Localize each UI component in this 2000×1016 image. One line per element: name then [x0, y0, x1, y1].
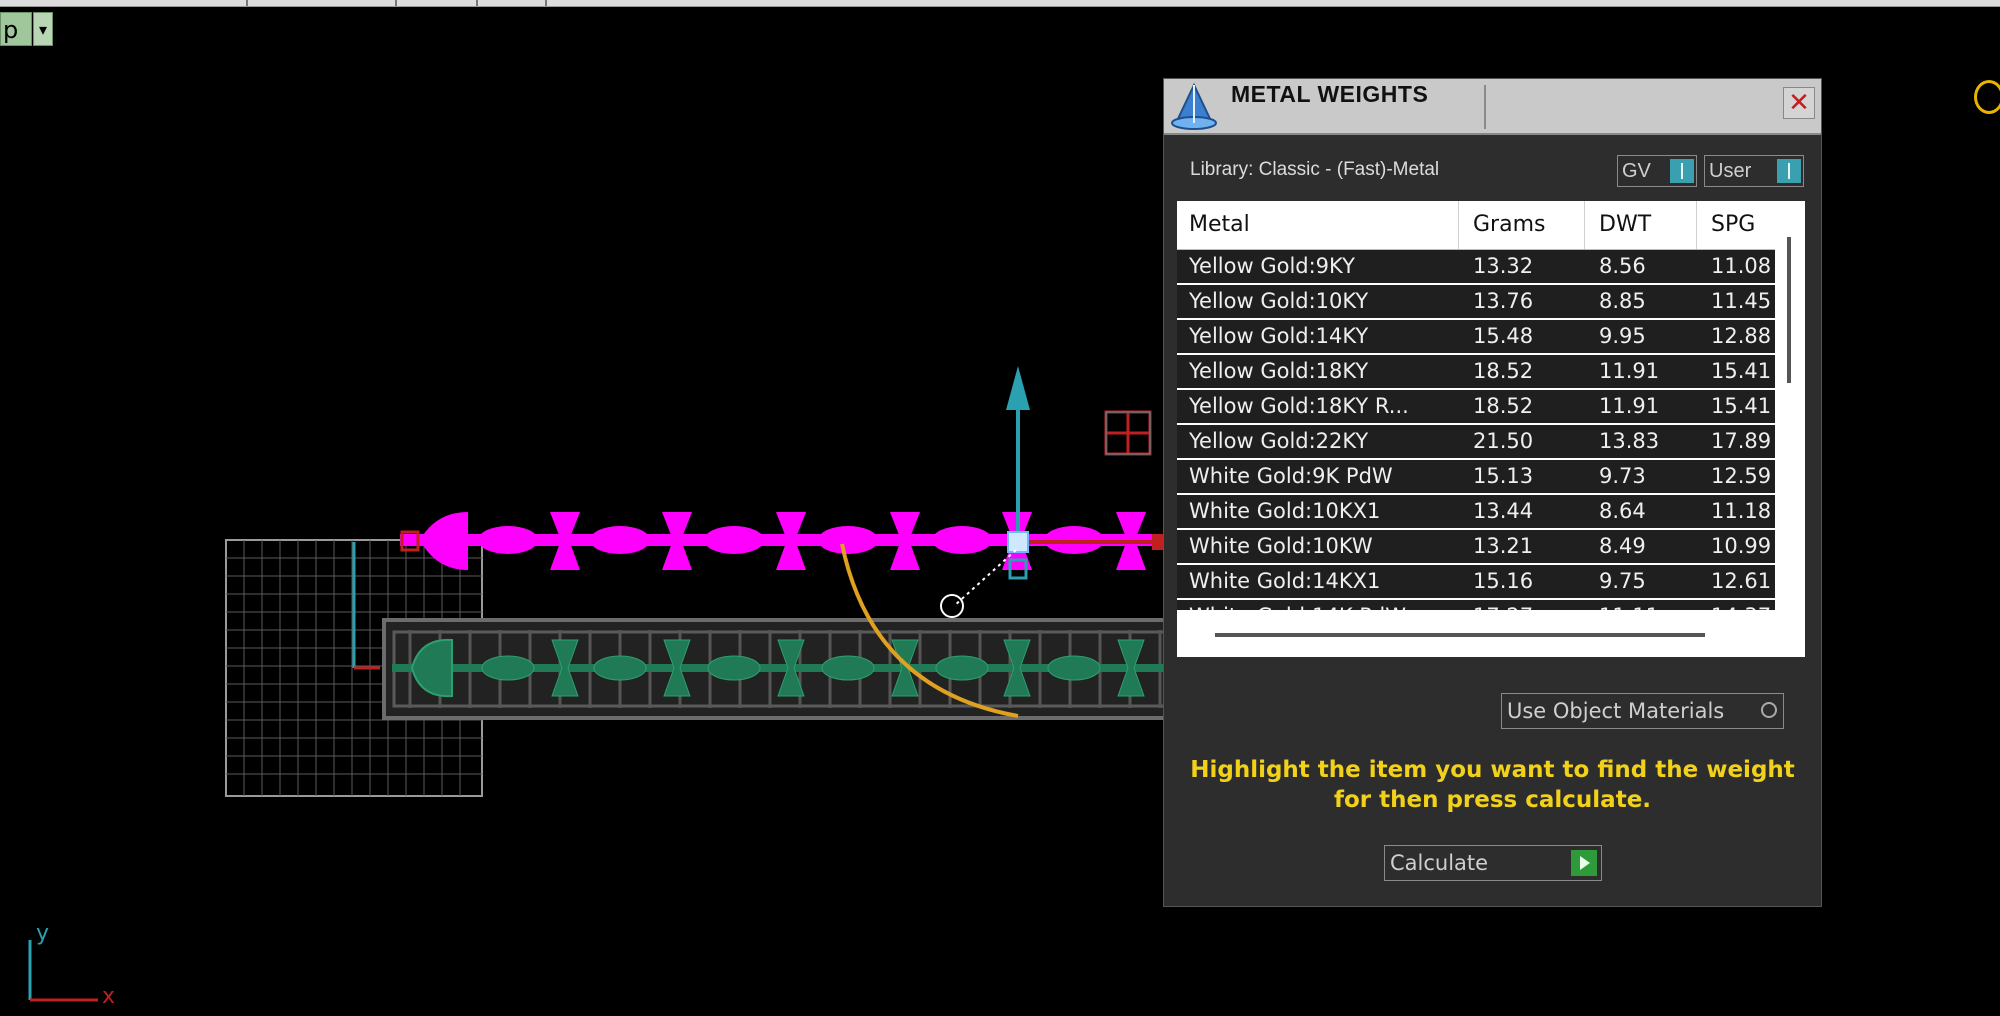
cell-grams: 21.50: [1473, 429, 1534, 453]
use-object-materials-label: Use Object Materials: [1507, 699, 1725, 723]
column-header-spg[interactable]: SPG: [1699, 201, 1775, 249]
axis-tripod: y x: [28, 921, 115, 1009]
library-label: Library: Classic - (Fast)-Metal: [1190, 159, 1440, 180]
cell-grams: 17.27: [1461, 600, 1585, 610]
table-header: Metal Grams DWT SPG: [1177, 201, 1775, 250]
titlebar-separator: [1484, 85, 1486, 129]
cell-dwt: 8.64: [1599, 499, 1646, 523]
cell-dwt: 8.85: [1599, 289, 1646, 313]
green-chain-object[interactable]: [382, 618, 1170, 720]
horizontal-scroll-thumb[interactable]: [1215, 633, 1705, 637]
vertical-scrollbar[interactable]: [1777, 201, 1805, 657]
table-row[interactable]: White Gold:10KW 13.21 8.49 10.99: [1177, 530, 1775, 563]
cell-grams: 13.32: [1473, 254, 1534, 278]
offscreen-object-gold[interactable]: [1974, 80, 2000, 114]
table-row[interactable]: Yellow Gold:10KY 13.76 8.85 11.45: [1177, 285, 1775, 318]
instruction-text: Highlight the item you want to find the …: [1164, 755, 1821, 815]
instruction-line-1: Highlight the item you want to find the …: [1190, 757, 1795, 783]
cell-grams: 13.44: [1473, 499, 1534, 523]
user-toggle-label: User: [1709, 160, 1752, 182]
play-arrow-icon: [1571, 850, 1597, 876]
toggle-switch-icon: [1777, 159, 1801, 183]
cell-dwt: 8.56: [1599, 254, 1646, 278]
cell-dwt: 13.83: [1599, 429, 1660, 453]
column-header-metal[interactable]: Metal: [1177, 201, 1459, 249]
metal-weights-dialog: METAL WEIGHTS ✕ Library: Classic - (Fast…: [1163, 78, 1822, 907]
cell-metal: Yellow Gold:18KY R...: [1189, 394, 1409, 418]
cell-metal: Yellow Gold:10KY: [1189, 289, 1369, 313]
cell-metal: White Gold:14KX1: [1189, 569, 1381, 593]
dialog-titlebar[interactable]: METAL WEIGHTS ✕: [1164, 79, 1821, 135]
cell-metal: White Gold:14K PdW: [1177, 600, 1459, 610]
toggle-switch-icon: [1670, 159, 1694, 183]
cell-dwt: 11.91: [1599, 359, 1660, 383]
radio-icon[interactable]: [1761, 702, 1777, 718]
table-row[interactable]: Yellow Gold:18KY 18.52 11.91 15.41: [1177, 355, 1775, 388]
cell-spg: 14.37: [1699, 600, 1775, 610]
cell-spg: 17.89: [1711, 429, 1772, 453]
cell-spg: 11.08: [1711, 254, 1772, 278]
dialog-title: METAL WEIGHTS: [1231, 81, 1429, 107]
cell-dwt: 9.73: [1599, 464, 1646, 488]
horizontal-scrollbar[interactable]: [1177, 613, 1777, 657]
table-row[interactable]: White Gold:14K PdW 17.27 11.11 14.37: [1177, 600, 1775, 610]
cell-spg: 12.59: [1711, 464, 1772, 488]
metal-table: Metal Grams DWT SPG Yellow Gold:9KY 13.3…: [1177, 201, 1805, 657]
table-body: Yellow Gold:9KY 13.32 8.56 11.08 Yellow …: [1177, 250, 1775, 610]
gv-toggle[interactable]: GV: [1617, 155, 1697, 187]
cell-spg: 15.41: [1711, 359, 1772, 383]
move-gizmo[interactable]: [940, 366, 1166, 618]
table-row[interactable]: White Gold:9K PdW 15.13 9.73 12.59: [1177, 460, 1775, 493]
gv-toggle-label: GV: [1622, 160, 1651, 182]
cell-spg: 10.99: [1711, 534, 1772, 558]
cell-grams: 13.76: [1473, 289, 1534, 313]
cell-metal: Yellow Gold:9KY: [1189, 254, 1355, 278]
cell-grams: 18.52: [1473, 359, 1534, 383]
cell-grams: 15.48: [1473, 324, 1534, 348]
cell-metal: White Gold:9K PdW: [1189, 464, 1393, 488]
cell-spg: 15.41: [1711, 394, 1772, 418]
axis-x-label: x: [102, 984, 115, 1009]
vertical-scroll-thumb[interactable]: [1787, 237, 1791, 383]
axis-y-label: y: [36, 921, 49, 946]
cell-spg: 11.45: [1711, 289, 1772, 313]
user-toggle[interactable]: User: [1704, 155, 1804, 187]
close-button[interactable]: ✕: [1783, 87, 1815, 119]
cell-dwt: 11.11: [1587, 600, 1697, 610]
column-header-grams[interactable]: Grams: [1461, 201, 1585, 249]
use-object-materials-option[interactable]: Use Object Materials: [1501, 693, 1784, 729]
cell-spg: 12.88: [1711, 324, 1772, 348]
cell-dwt: 9.95: [1599, 324, 1646, 348]
cell-spg: 12.61: [1711, 569, 1772, 593]
cell-dwt: 9.75: [1599, 569, 1646, 593]
table-row[interactable]: Yellow Gold:22KY 21.50 13.83 17.89: [1177, 425, 1775, 458]
cell-spg: 11.18: [1711, 499, 1772, 523]
instruction-line-2: for then press calculate.: [1333, 787, 1652, 813]
cell-grams: 13.21: [1473, 534, 1534, 558]
cell-grams: 15.16: [1473, 569, 1534, 593]
cell-metal: Yellow Gold:14KY: [1189, 324, 1369, 348]
cell-metal: White Gold:10KX1: [1189, 499, 1381, 523]
calculate-button[interactable]: Calculate: [1384, 845, 1602, 881]
cell-metal: Yellow Gold:18KY: [1189, 359, 1369, 383]
table-row[interactable]: Yellow Gold:9KY 13.32 8.56 11.08: [1177, 250, 1775, 283]
table-row[interactable]: White Gold:10KX1 13.44 8.64 11.18: [1177, 495, 1775, 528]
table-row[interactable]: Yellow Gold:14KY 15.48 9.95 12.88: [1177, 320, 1775, 353]
cell-metal: Yellow Gold:22KY: [1189, 429, 1369, 453]
metal-scale-icon: [1171, 83, 1217, 130]
cell-grams: 18.52: [1473, 394, 1534, 418]
table-row[interactable]: Yellow Gold:18KY R... 18.52 11.91 15.41: [1177, 390, 1775, 423]
column-header-dwt[interactable]: DWT: [1587, 201, 1697, 249]
calculate-label: Calculate: [1390, 851, 1489, 875]
cell-dwt: 11.91: [1599, 394, 1660, 418]
table-row[interactable]: White Gold:14KX1 15.16 9.75 12.61: [1177, 565, 1775, 598]
cell-grams: 15.13: [1473, 464, 1534, 488]
cell-metal: White Gold:10KW: [1189, 534, 1373, 558]
cell-dwt: 8.49: [1599, 534, 1646, 558]
